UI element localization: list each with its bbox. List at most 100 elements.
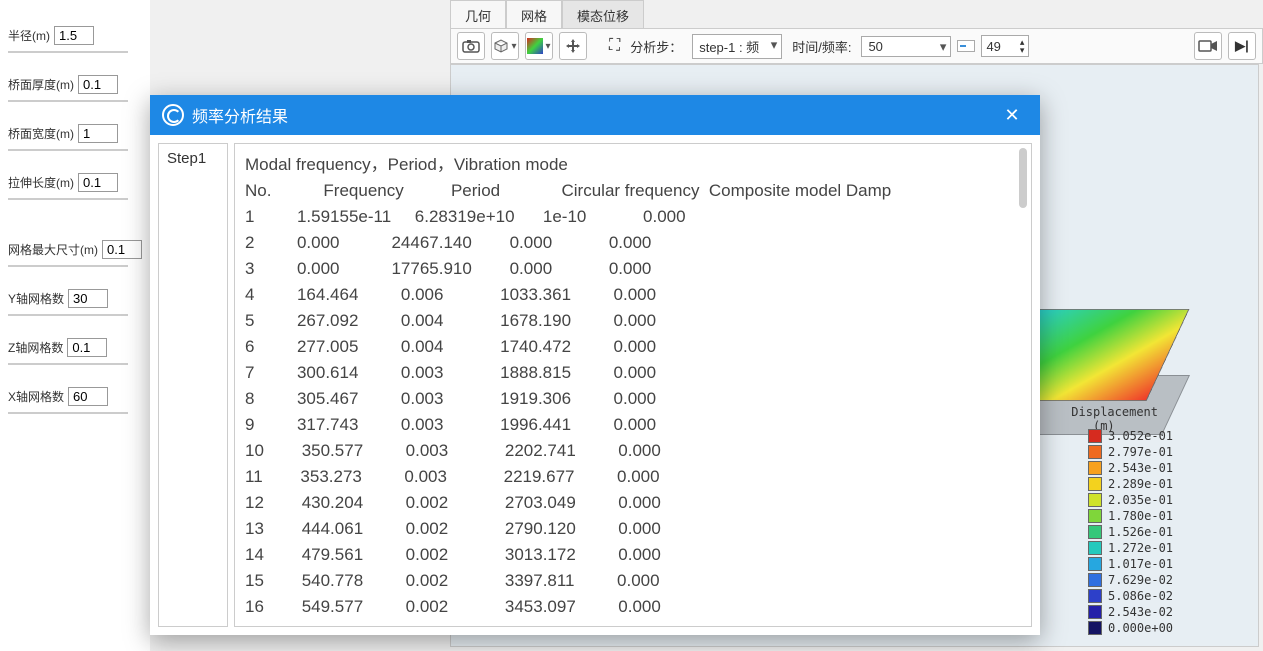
- legend-row: 2.035e-01: [1088, 492, 1248, 508]
- legend-swatch: [1088, 509, 1102, 523]
- param-label: 网格最大尺寸(m): [8, 241, 98, 258]
- legend-value: 7.629e-02: [1108, 572, 1173, 588]
- step-list[interactable]: Step1: [158, 143, 228, 627]
- tab-0[interactable]: 几何: [450, 0, 506, 31]
- parameter-panel: 半径(m) 桥面厚度(m) 桥面宽度(m) 拉伸长度(m) 网格最大尺寸(m) Y轴网格数…: [0, 0, 150, 651]
- legend-value: 2.797e-01: [1108, 444, 1173, 460]
- legend-swatch: [1088, 621, 1102, 635]
- legend-row: 2.543e-02: [1088, 604, 1248, 620]
- chevron-down-icon: ▾: [940, 39, 947, 55]
- param-input[interactable]: [68, 289, 108, 308]
- legend-row: 2.797e-01: [1088, 444, 1248, 460]
- viewport-toolbar: ▾ ▾ ⛶ 分析步： step-1 : 频 ▾ 时间/频率: 50 ▾ 49 ▴…: [450, 28, 1263, 64]
- app-logo-icon: [162, 104, 184, 126]
- analysis-step-label: 分析步：: [630, 37, 682, 56]
- scrollbar-thumb[interactable]: [1019, 148, 1027, 208]
- param-input[interactable]: [54, 26, 94, 45]
- legend-value: 1.780e-01: [1108, 508, 1173, 524]
- legend-row: 3.052e-01: [1088, 428, 1248, 444]
- results-content: Modal frequency，Period，Vibration mode No…: [245, 152, 1021, 627]
- param-slider[interactable]: [8, 194, 128, 204]
- param-slider[interactable]: [8, 145, 128, 155]
- legend-swatch: [1088, 461, 1102, 475]
- tab-1[interactable]: 网格: [506, 0, 562, 31]
- legend-swatch: [1088, 589, 1102, 603]
- close-icon: ✕: [1004, 105, 1019, 126]
- param-row: Y轴网格数: [8, 289, 142, 308]
- param-input[interactable]: [78, 124, 118, 143]
- param-slider[interactable]: [8, 96, 128, 106]
- legend-value: 2.543e-01: [1108, 460, 1173, 476]
- param-row: 桥面宽度(m): [8, 124, 142, 143]
- param-label: Y轴网格数: [8, 290, 64, 307]
- colormap-button[interactable]: ▾: [525, 32, 553, 60]
- legend-row: 1.272e-01: [1088, 540, 1248, 556]
- param-slider[interactable]: [8, 359, 128, 369]
- param-slider[interactable]: [8, 408, 128, 418]
- frequency-results-dialog: 频率分析结果 ✕ Step1 Modal frequency，Period，Vi…: [150, 95, 1040, 635]
- analysis-step-select[interactable]: step-1 : 频 ▾: [692, 34, 782, 59]
- legend-row: 5.086e-02: [1088, 588, 1248, 604]
- legend-row: 2.543e-01: [1088, 460, 1248, 476]
- param-row: 桥面厚度(m): [8, 75, 142, 94]
- legend-swatch: [1088, 429, 1102, 443]
- time-freq-label: 时间/频率:: [792, 37, 851, 56]
- chevron-down-icon[interactable]: ▾: [1020, 46, 1025, 54]
- param-label: Z轴网格数: [8, 339, 63, 356]
- param-slider[interactable]: [8, 47, 128, 57]
- param-input[interactable]: [67, 338, 107, 357]
- record-button[interactable]: [1194, 32, 1222, 60]
- legend-row: 2.289e-01: [1088, 476, 1248, 492]
- chevron-down-icon: ▾: [771, 37, 778, 53]
- legend-value: 2.289e-01: [1108, 476, 1173, 492]
- legend-value: 2.543e-02: [1108, 604, 1173, 620]
- param-input[interactable]: [78, 173, 118, 192]
- close-button[interactable]: ✕: [996, 99, 1028, 131]
- legend-swatch: [1088, 525, 1102, 539]
- legend-swatch: [1088, 493, 1102, 507]
- param-label: 拉伸长度(m): [8, 174, 74, 191]
- pan-button[interactable]: [559, 32, 587, 60]
- param-label: 半径(m): [8, 27, 50, 44]
- screenshot-button[interactable]: [457, 32, 485, 60]
- param-slider[interactable]: [8, 310, 128, 320]
- fit-view-icon[interactable]: ⛶: [609, 37, 620, 55]
- legend-row: 1.017e-01: [1088, 556, 1248, 572]
- results-text-area[interactable]: Modal frequency，Period，Vibration mode No…: [234, 143, 1032, 627]
- step-item[interactable]: Step1: [159, 144, 227, 173]
- legend-row: 0.000e+00: [1088, 620, 1248, 636]
- projection-button[interactable]: ▾: [491, 32, 519, 60]
- param-slider[interactable]: [8, 261, 128, 271]
- move-icon: [565, 38, 581, 54]
- chevron-down-icon: ▾: [545, 41, 550, 52]
- color-legend: 3.052e-012.797e-012.543e-012.289e-012.03…: [1088, 428, 1248, 636]
- param-input[interactable]: [102, 240, 142, 259]
- legend-swatch: [1088, 573, 1102, 587]
- param-label: 桥面厚度(m): [8, 76, 74, 93]
- dialog-titlebar[interactable]: 频率分析结果 ✕: [150, 95, 1040, 135]
- frame-stepper[interactable]: 49 ▴▾: [981, 35, 1029, 57]
- legend-value: 5.086e-02: [1108, 588, 1173, 604]
- legend-value: 0.000e+00: [1108, 620, 1173, 636]
- chevron-down-icon: ▾: [511, 41, 516, 52]
- param-input[interactable]: [68, 387, 108, 406]
- tab-2[interactable]: 模态位移: [562, 0, 644, 31]
- legend-row: 1.526e-01: [1088, 524, 1248, 540]
- legend-row: 1.780e-01: [1088, 508, 1248, 524]
- param-row: X轴网格数: [8, 387, 142, 406]
- legend-swatch: [1088, 605, 1102, 619]
- param-label: X轴网格数: [8, 388, 64, 405]
- param-input[interactable]: [78, 75, 118, 94]
- legend-swatch: [1088, 557, 1102, 571]
- param-label: 桥面宽度(m): [8, 125, 74, 142]
- legend-value: 1.526e-01: [1108, 524, 1173, 540]
- legend-swatch: [1088, 445, 1102, 459]
- param-row: Z轴网格数: [8, 338, 142, 357]
- go-end-icon: ▶|: [1235, 38, 1249, 54]
- legend-value: 3.052e-01: [1108, 428, 1173, 444]
- go-end-button[interactable]: ▶|: [1228, 32, 1256, 60]
- view-tabs: 几何网格模态位移: [450, 0, 644, 31]
- mini-progress-indicator: [957, 40, 975, 52]
- time-freq-select[interactable]: 50 ▾: [861, 36, 951, 57]
- legend-swatch: [1088, 541, 1102, 555]
